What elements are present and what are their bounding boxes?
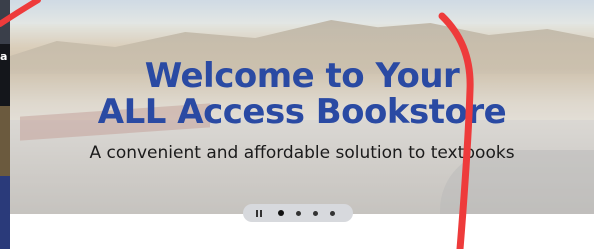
hero-banner: Welcome to Your ALL Access Bookstore A c… bbox=[10, 0, 594, 214]
left-thumbnail-strip: a bbox=[0, 0, 10, 249]
hero-title-line1: Welcome to Your bbox=[144, 56, 460, 96]
hero-title-line2: ALL Access Bookstore bbox=[97, 92, 507, 132]
slide-dot-4[interactable] bbox=[330, 210, 335, 216]
pause-button[interactable] bbox=[252, 204, 266, 222]
thumbnail-image bbox=[0, 106, 10, 176]
slide-dot-2[interactable] bbox=[296, 210, 301, 216]
cropped-text: a bbox=[0, 50, 8, 63]
slider-controls bbox=[243, 204, 353, 222]
page: a Welcome to Your ALL Access Bookstore A… bbox=[0, 0, 594, 249]
slide-dot-1[interactable] bbox=[278, 210, 284, 216]
hero-subtitle: A convenient and affordable solution to … bbox=[89, 143, 515, 163]
thumbnail-image bbox=[0, 176, 10, 249]
pause-icon bbox=[256, 209, 258, 217]
pause-icon bbox=[260, 209, 262, 217]
thumbnail-image bbox=[0, 0, 10, 44]
slide-dot-3[interactable] bbox=[313, 210, 318, 216]
